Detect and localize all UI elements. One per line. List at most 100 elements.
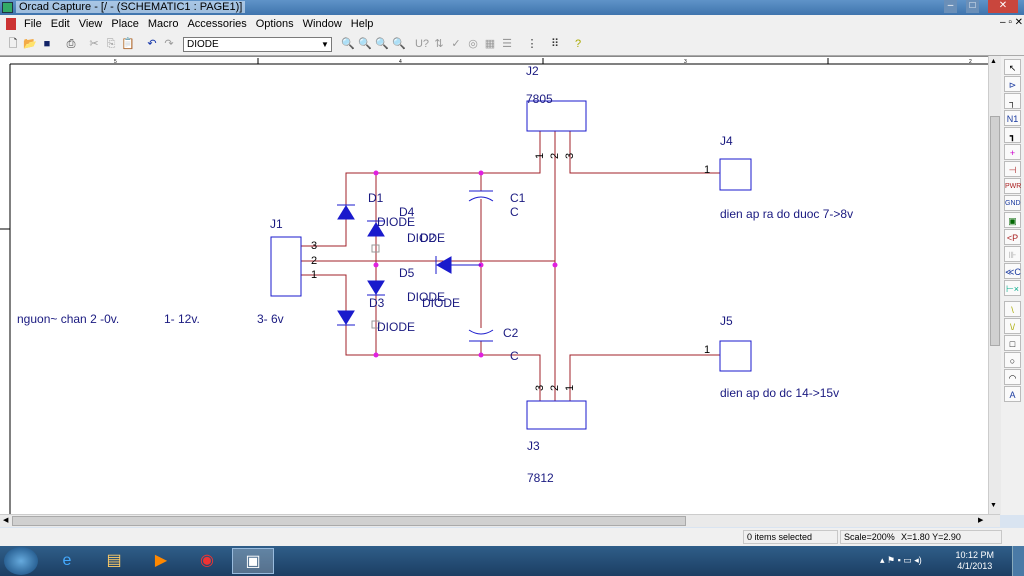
svg-text:1: 1 xyxy=(564,385,576,391)
select-tool-icon[interactable]: ↖ xyxy=(1004,59,1021,75)
clock[interactable]: 10:12 PM 4/1/2013 xyxy=(955,550,994,572)
rectangle-icon[interactable]: □ xyxy=(1004,335,1021,351)
paste-icon[interactable]: 📋 xyxy=(120,36,136,52)
ground-icon[interactable]: GND xyxy=(1004,195,1021,211)
clock-time: 10:12 PM xyxy=(955,550,994,560)
j5-label: J5 xyxy=(720,314,733,328)
junction-icon[interactable]: + xyxy=(1004,144,1021,160)
ie-icon[interactable]: e xyxy=(46,548,88,574)
port-icon[interactable]: <P xyxy=(1004,229,1021,245)
media-player-icon[interactable]: ▶ xyxy=(140,548,182,574)
chrome-icon[interactable]: ◉ xyxy=(186,548,228,574)
help-icon[interactable]: ? xyxy=(570,36,586,52)
menu-window[interactable]: Window xyxy=(303,18,342,30)
zoom-all-icon[interactable]: 🔍 xyxy=(391,36,407,52)
menu-edit[interactable]: Edit xyxy=(51,18,70,30)
start-button[interactable] xyxy=(4,547,38,575)
d1-label: D1 xyxy=(368,191,384,205)
chevron-down-icon[interactable]: ▼ xyxy=(319,38,331,51)
vertical-scroll-thumb[interactable] xyxy=(990,116,1000,346)
svg-text:1: 1 xyxy=(311,269,317,281)
crossref-icon[interactable]: ▦ xyxy=(482,36,498,52)
status-bar: 0 items selected Scale=200% X=1.80 Y=2.9… xyxy=(0,528,1024,546)
app-icon xyxy=(2,2,13,13)
hierarchical-block-icon[interactable]: ▣ xyxy=(1004,212,1021,228)
part-selector-dropdown[interactable]: DIODE ▼ xyxy=(183,37,332,52)
c2-value: C xyxy=(510,349,519,363)
diode-d3 xyxy=(367,280,385,296)
bus-entry-icon[interactable]: ⊣ xyxy=(1004,161,1021,177)
svg-text:1: 1 xyxy=(704,164,710,176)
save-icon[interactable]: ■ xyxy=(39,36,55,52)
undo-icon[interactable]: ↶ xyxy=(144,36,160,52)
menu-help[interactable]: Help xyxy=(351,18,374,30)
menu-macro[interactable]: Macro xyxy=(148,18,179,30)
text-icon[interactable]: A xyxy=(1004,386,1021,402)
redo-icon[interactable]: ↷ xyxy=(161,36,177,52)
ellipse-icon[interactable]: ○ xyxy=(1004,352,1021,368)
j5-note: dien ap do dc 14->15v xyxy=(720,386,839,400)
d3-label: D3 xyxy=(369,296,385,310)
maximize-button[interactable]: □ xyxy=(966,0,979,13)
horizontal-scrollbar[interactable]: ◀ ▶ xyxy=(0,514,1000,527)
net-alias-icon[interactable]: N1 xyxy=(1004,110,1021,126)
scroll-left-icon[interactable]: ◀ xyxy=(3,516,8,524)
zoom-area-icon[interactable]: 🔍 xyxy=(374,36,390,52)
c2-label: C2 xyxy=(503,326,519,340)
svg-text:3: 3 xyxy=(311,240,317,252)
cut-icon[interactable]: ✂ xyxy=(86,36,102,52)
drc-icon[interactable]: ✓ xyxy=(448,36,464,52)
open-icon[interactable]: 📂 xyxy=(22,36,38,52)
place-wire-icon[interactable]: ┐ xyxy=(1004,93,1021,109)
c1-label: C1 xyxy=(510,191,526,205)
toolbar: 🗋 📂 ■ ⎙ ✂ ⎘ 📋 ↶ ↷ 🔍 🔍 🔍 🔍 U? ⇅ ✓ ◎ ▦ ☰ ⋮… xyxy=(0,33,1024,56)
connector-j4 xyxy=(719,158,752,191)
scroll-down-icon[interactable]: ▼ xyxy=(990,502,997,509)
no-connect-icon[interactable]: ⊢× xyxy=(1004,280,1021,296)
schematic-canvas[interactable]: 5 4 3 2 J1 J2 7805 J3 7812 J4 J5 D1 DIOD… xyxy=(0,56,1000,515)
minimize-button[interactable]: – xyxy=(944,0,957,13)
back-annotate-icon[interactable]: ⇅ xyxy=(431,36,447,52)
zoom-out-icon[interactable]: 🔍 xyxy=(357,36,373,52)
new-icon[interactable]: 🗋 xyxy=(5,36,21,52)
area-select-icon[interactable]: ⠿ xyxy=(547,36,563,52)
vertical-scrollbar[interactable]: ▲ ▼ xyxy=(988,56,1001,515)
netlist-icon[interactable]: ◎ xyxy=(465,36,481,52)
j4-note: dien ap ra do duoc 7->8v xyxy=(720,207,853,221)
orcad-task-icon[interactable]: ▣ xyxy=(232,548,274,574)
scroll-up-icon[interactable]: ▲ xyxy=(990,58,997,65)
horizontal-scroll-thumb[interactable] xyxy=(12,516,686,526)
copy-icon[interactable]: ⎘ xyxy=(103,36,119,52)
polyline-icon[interactable]: \/ xyxy=(1004,318,1021,334)
menu-options[interactable]: Options xyxy=(256,18,294,30)
taskbar: e ▤ ▶ ◉ ▣ ▴ ⚑ ▪ ▭ ◂) 10:12 PM 4/1/2013 xyxy=(0,546,1024,576)
arc-icon[interactable]: ◠ xyxy=(1004,369,1021,385)
tray-icons[interactable]: ▴ ⚑ ▪ ▭ ◂) xyxy=(880,555,922,566)
place-bus-icon[interactable]: ┓ xyxy=(1004,127,1021,143)
show-desktop-button[interactable] xyxy=(1012,546,1024,576)
scroll-right-icon[interactable]: ▶ xyxy=(978,516,983,524)
menu-accessories[interactable]: Accessories xyxy=(187,18,246,30)
zoom-in-icon[interactable]: 🔍 xyxy=(340,36,356,52)
snap-grid-icon[interactable]: ⋮ xyxy=(524,36,540,52)
c1-value: C xyxy=(510,205,519,219)
power-icon[interactable]: PWR xyxy=(1004,178,1021,194)
d5-label: D5 xyxy=(399,266,415,280)
close-button[interactable]: ✕ xyxy=(988,0,1018,13)
line-icon[interactable]: \ xyxy=(1004,301,1021,317)
rulers: 5 4 3 2 xyxy=(0,58,988,515)
bom-icon[interactable]: ☰ xyxy=(499,36,515,52)
print-icon[interactable]: ⎙ xyxy=(63,36,79,52)
explorer-icon[interactable]: ▤ xyxy=(93,548,135,574)
place-part-icon[interactable]: ⊳ xyxy=(1004,76,1021,92)
menu-place[interactable]: Place xyxy=(111,18,139,30)
menu-view[interactable]: View xyxy=(79,18,103,30)
menu-file[interactable]: File xyxy=(24,18,42,30)
j4-label: J4 xyxy=(720,134,733,148)
svg-text:2: 2 xyxy=(549,385,561,391)
diode-d2 xyxy=(337,310,355,326)
pin-icon[interactable]: ⊪ xyxy=(1004,246,1021,262)
doc-window-controls[interactable]: – ▫ ✕ xyxy=(1000,17,1023,28)
off-page-connector-icon[interactable]: ≪C xyxy=(1004,263,1021,279)
annotate-icon[interactable]: U? xyxy=(414,36,430,52)
